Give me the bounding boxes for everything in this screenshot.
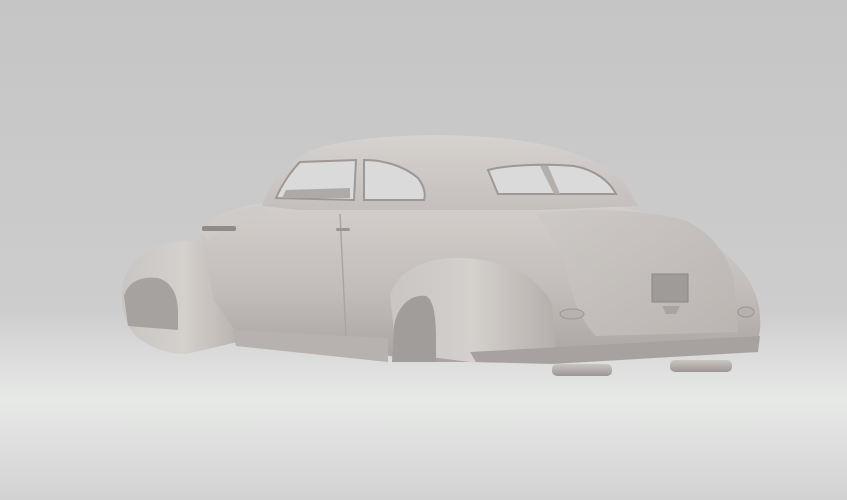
hood-emblem xyxy=(202,226,236,231)
taillight-left xyxy=(559,308,585,320)
exhaust-pipe-left xyxy=(552,364,612,376)
door-handle xyxy=(336,228,350,231)
exhaust-pipe-right xyxy=(670,360,732,372)
car-render xyxy=(0,0,847,500)
render-viewport xyxy=(0,0,847,500)
license-plate xyxy=(651,273,689,303)
taillight-right xyxy=(737,306,755,318)
